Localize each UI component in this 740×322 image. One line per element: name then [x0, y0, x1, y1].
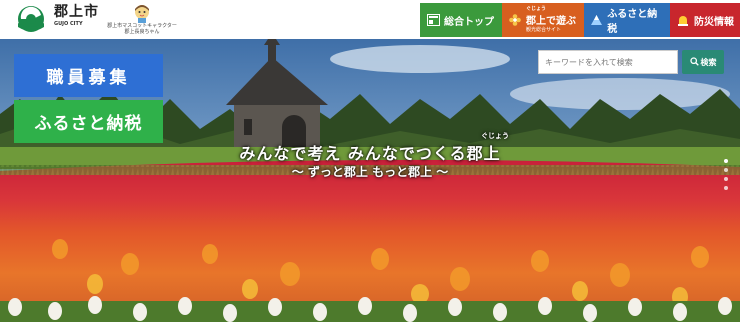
slide-dot[interactable] [724, 159, 728, 163]
home-page-icon [426, 13, 440, 27]
nav-general-top[interactable]: 総合トップ [420, 3, 502, 37]
slide-dot[interactable] [724, 168, 728, 172]
slide-indicator [724, 159, 728, 195]
search-button-label: 検索 [700, 57, 717, 67]
nav-disaster-info[interactable]: 防災情報 [670, 3, 740, 37]
nav-disaster-label: 防災情報 [694, 16, 734, 28]
slide-dot[interactable] [724, 186, 728, 190]
flower-icon [508, 13, 522, 27]
city-logo[interactable]: 郡上市 GUJO CITY [14, 5, 99, 33]
city-name-en: GUJO CITY [54, 21, 83, 27]
staff-recruitment-button[interactable]: 職員募集 [14, 54, 163, 97]
search-icon [689, 56, 699, 68]
nav-tourism-sub: 観光総合サイト [526, 27, 562, 33]
catchphrase-main: みんなで考え みんなでつくる郡上 [239, 144, 501, 163]
nav-tourism[interactable]: ぐじょう 郡上で遊ぶ 観光総合サイト [502, 3, 584, 37]
slide-dot[interactable] [724, 177, 728, 181]
search-button[interactable]: 検索 [682, 50, 724, 74]
nav-tourism-label: 郡上で遊ぶ [526, 16, 576, 27]
city-name: 郡上市 [54, 4, 99, 20]
nav-furusato-label: ふるさと納税 [607, 9, 658, 35]
alert-lamp-icon [676, 13, 690, 27]
city-emblem-icon [18, 6, 44, 32]
site-search: 検索 [538, 50, 724, 74]
global-nav: 総合トップ ぐじょう 郡上で遊ぶ 観光総合サイト ふるさと納税 防災情報 [420, 3, 740, 37]
mascot-icon [135, 5, 149, 23]
mascot-link[interactable]: 郡上市マスコットキャラクター 郡上長良ちゃん [104, 3, 180, 37]
hero-banner: 職員募集 ふるさと納税 検索 ぐじょう みんなで考え みんなでつくる郡上 ～ ず… [0, 39, 740, 322]
page: 郡上市 GUJO CITY 郡上市マスコットキャラクター 郡上長良ちゃん 総合ト… [0, 0, 740, 322]
catchphrase-sub: ～ ずっと郡上 もっと郡上 ～ [291, 165, 449, 179]
search-input[interactable] [538, 50, 678, 74]
mountain-icon [590, 13, 603, 27]
mascot-name: 郡上長良ちゃん [124, 29, 160, 35]
site-header: 郡上市 GUJO CITY 郡上市マスコットキャラクター 郡上長良ちゃん 総合ト… [0, 0, 740, 39]
nav-general-top-label: 総合トップ [444, 16, 494, 28]
nav-furusato-tax[interactable]: ふるさと納税 [584, 3, 670, 37]
